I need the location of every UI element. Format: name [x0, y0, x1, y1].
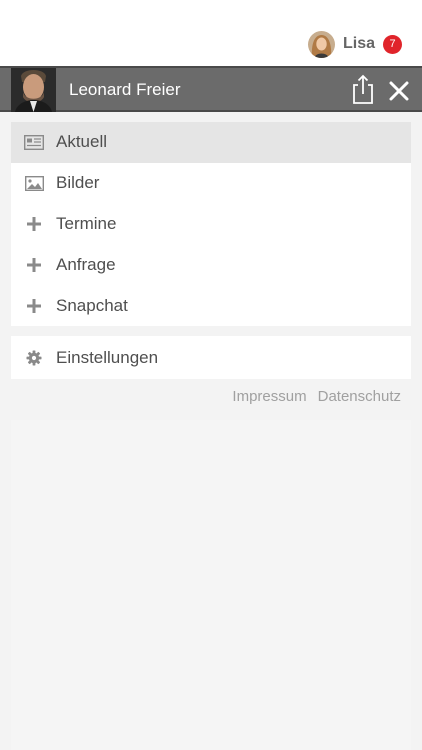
profile-photo	[11, 68, 56, 112]
plus-icon	[23, 215, 45, 233]
menu-item-anfrage[interactable]: Anfrage	[11, 244, 411, 285]
main-menu: Aktuell Bilder Termine Anfrage Snapchat	[11, 122, 411, 326]
menu-label: Snapchat	[56, 295, 128, 315]
plus-icon	[23, 256, 45, 274]
menu-item-aktuell[interactable]: Aktuell	[11, 122, 411, 163]
menu-label: Anfrage	[56, 254, 116, 274]
user-avatar[interactable]	[307, 30, 335, 58]
newspaper-icon	[23, 133, 45, 151]
content-area	[11, 420, 411, 750]
close-button[interactable]	[385, 75, 413, 105]
settings-menu: Einstellungen	[11, 336, 411, 379]
share-icon	[353, 74, 373, 104]
image-icon	[23, 174, 45, 192]
menu-label: Einstellungen	[56, 347, 159, 367]
menu-label: Aktuell	[56, 132, 108, 152]
user-name[interactable]: Lisa	[343, 35, 375, 53]
impressum-link[interactable]: Impressum	[232, 388, 306, 408]
menu-item-bilder[interactable]: Bilder	[11, 163, 411, 204]
profile-bar: Leonard Freier	[0, 66, 422, 112]
menu-item-termine[interactable]: Termine	[11, 204, 411, 245]
plus-icon	[23, 297, 45, 315]
profile-name: Leonard Freier	[69, 80, 181, 99]
close-icon	[389, 81, 409, 101]
top-bar: Lisa 7	[0, 0, 422, 66]
datenschutz-link[interactable]: Datenschutz	[318, 388, 401, 408]
share-button[interactable]	[348, 73, 378, 105]
notification-badge[interactable]: 7	[383, 34, 402, 54]
footer-links: Impressum Datenschutz	[232, 388, 401, 408]
gear-icon	[23, 349, 45, 367]
user-menu[interactable]: Lisa 7	[307, 30, 402, 58]
menu-label: Termine	[56, 213, 117, 233]
menu-label: Bilder	[56, 173, 100, 193]
menu-item-snapchat[interactable]: Snapchat	[11, 285, 411, 326]
menu-item-einstellungen[interactable]: Einstellungen	[11, 336, 411, 379]
